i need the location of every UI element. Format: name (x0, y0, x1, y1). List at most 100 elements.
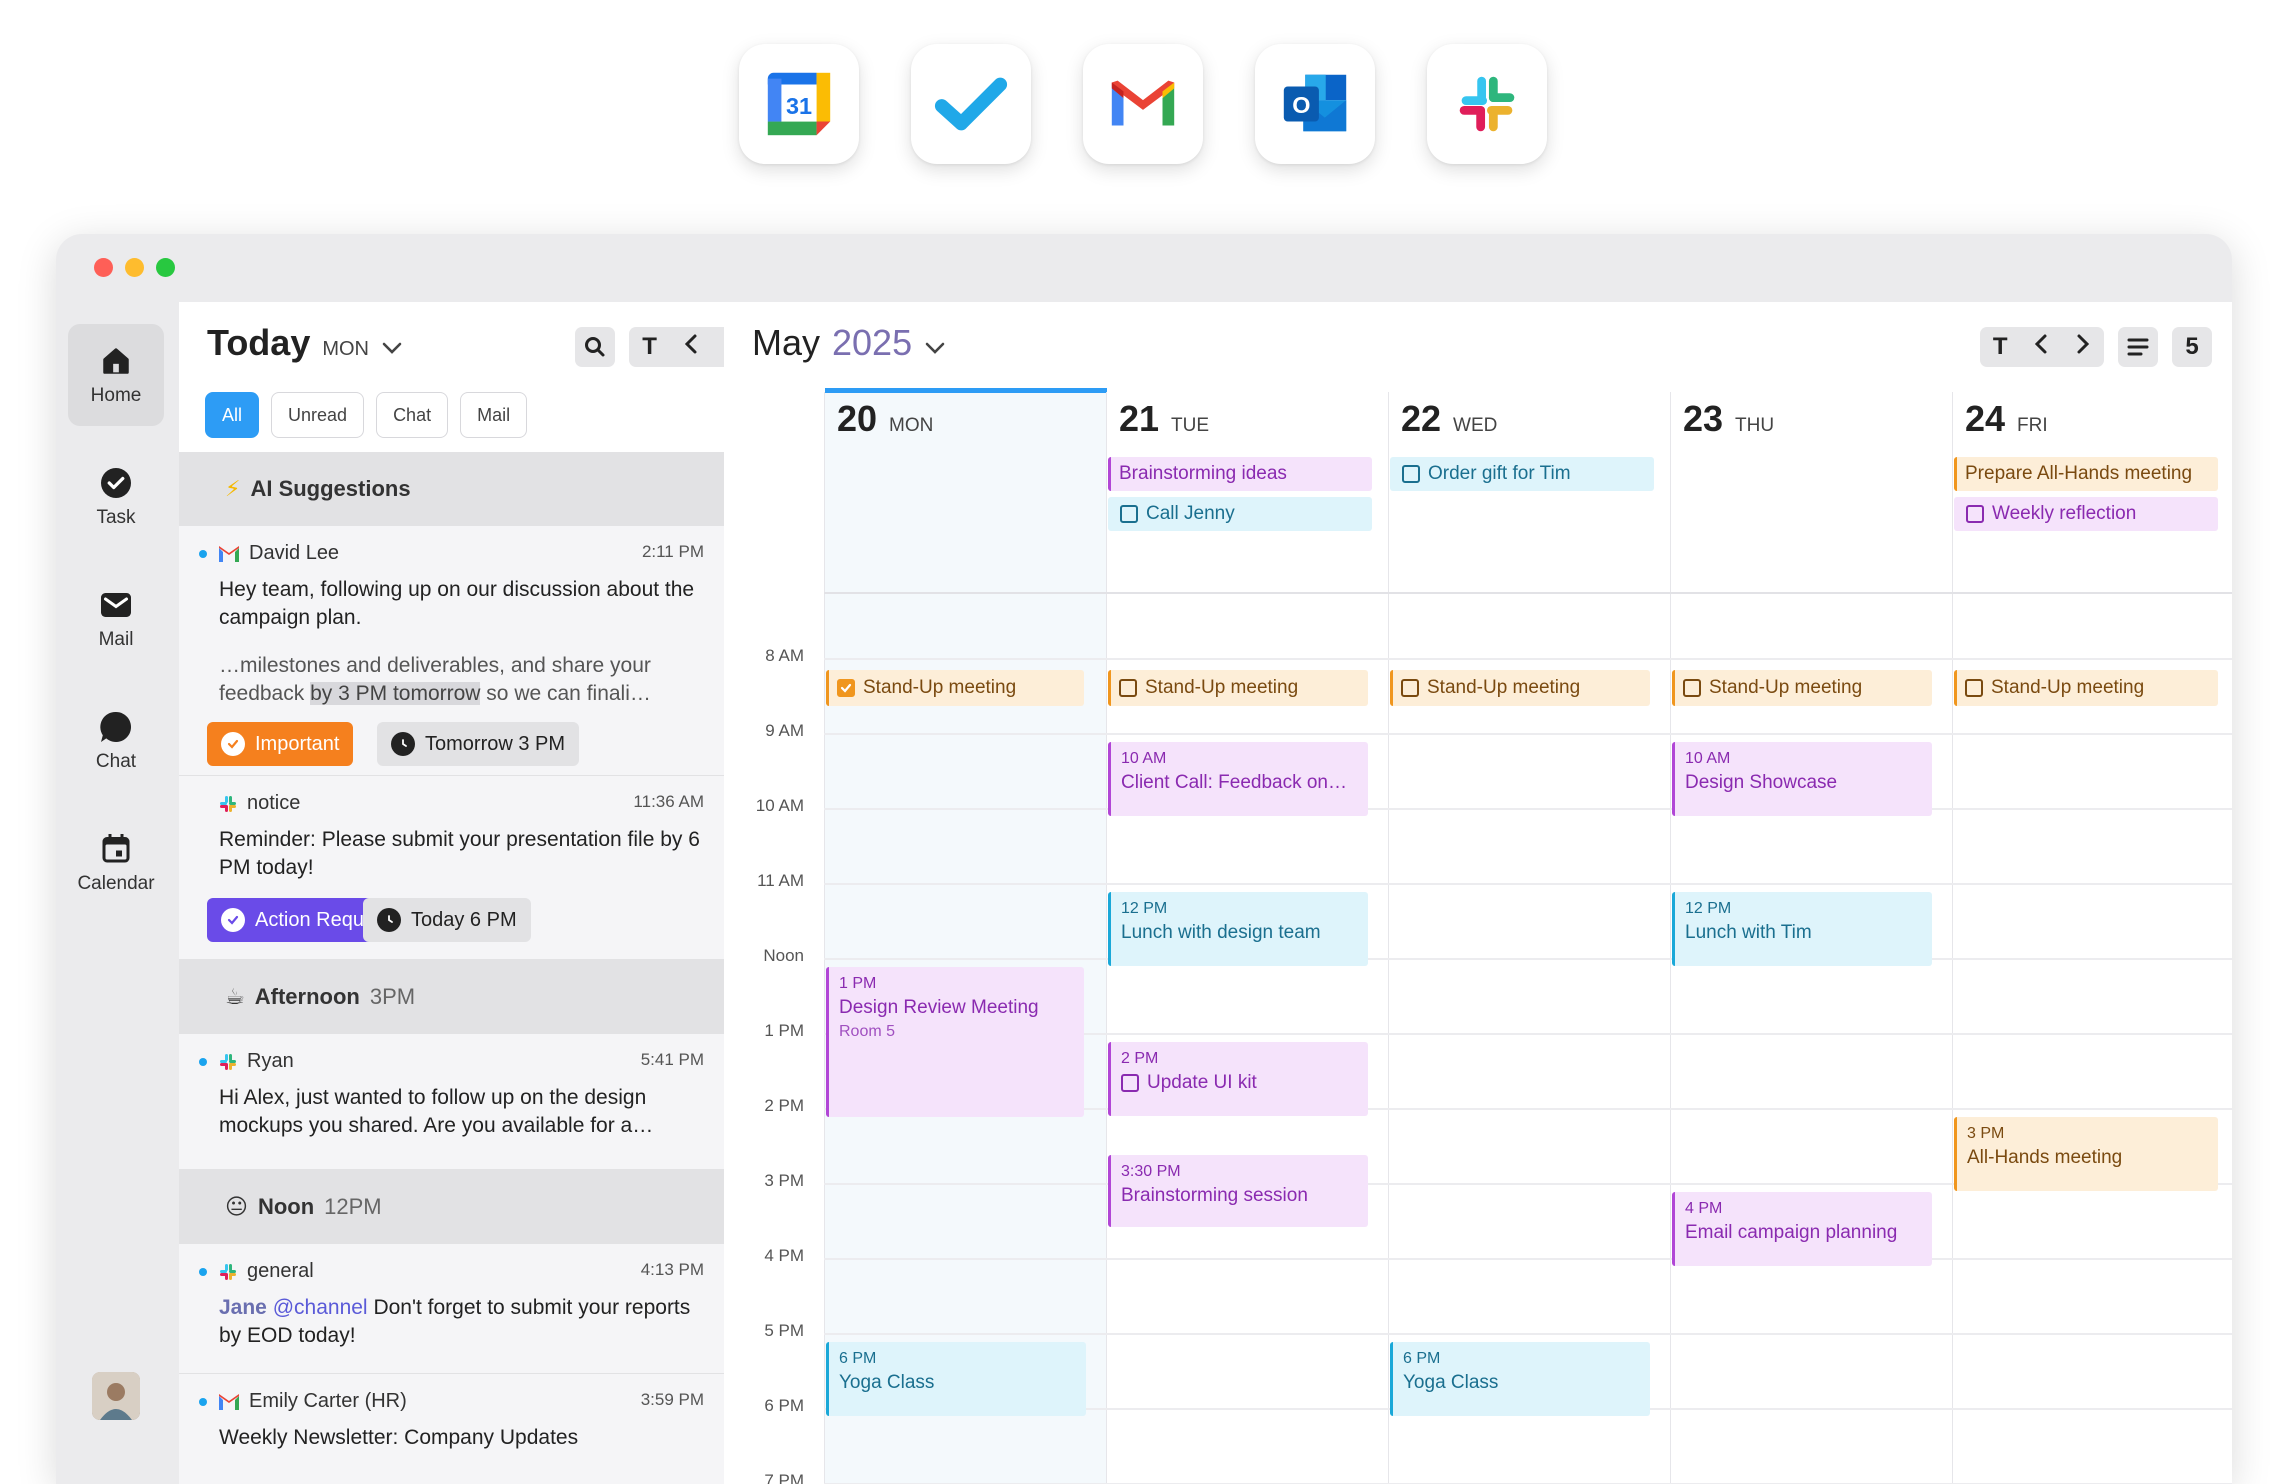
chevron-down-icon (924, 322, 946, 364)
go-today-button[interactable]: T (642, 333, 657, 361)
checkbox-icon[interactable] (1121, 1074, 1139, 1092)
calendar-event[interactable]: 4 PM Email campaign planning (1672, 1192, 1932, 1266)
close-window-button[interactable] (94, 258, 113, 277)
nav-mail[interactable]: Mail (68, 568, 164, 670)
calendar-event[interactable]: 2 PM Update UI kit (1108, 1042, 1368, 1116)
checkbox-icon[interactable] (1965, 679, 1983, 697)
tick-app[interactable] (911, 44, 1031, 164)
event-time: 10 AM (1685, 750, 1731, 767)
search-icon (585, 337, 605, 357)
check-circle-icon (221, 732, 245, 756)
calendar-event[interactable]: 6 PM Yoga Class (1390, 1342, 1650, 1416)
mention-user[interactable]: Jane (219, 1296, 267, 1319)
message-header: David Lee (219, 542, 339, 565)
today-title[interactable]: Today MON (207, 322, 403, 364)
message-item[interactable]: Ryan 5:41 PM Hi Alex, just wanted to fol… (179, 1034, 724, 1170)
message-item[interactable]: notice 11:36 AM Reminder: Please submit … (179, 776, 724, 960)
standup-event[interactable]: Stand-Up meeting (1672, 670, 1932, 706)
chevron-left-icon (2035, 334, 2047, 353)
checkbox-icon[interactable] (1402, 465, 1420, 483)
minimize-window-button[interactable] (125, 258, 144, 277)
next-week-button[interactable] (2075, 333, 2091, 362)
calendar-event[interactable]: 6 PM Yoga Class (826, 1342, 1086, 1416)
checkbox-icon[interactable] (1683, 679, 1701, 697)
nav-calendar[interactable]: Calendar (68, 812, 164, 914)
day-name: THU (1735, 415, 1775, 436)
event-title: Design Showcase (1685, 772, 1838, 793)
standup-event[interactable]: Stand-Up meeting (1954, 670, 2218, 706)
go-today-button[interactable]: T (1993, 333, 2008, 361)
message-body: Weekly Newsletter: Company Updates (219, 1426, 579, 1449)
unread-dot (199, 1398, 207, 1406)
filter-mail[interactable]: Mail (460, 392, 528, 438)
chevron-right-icon (2077, 334, 2090, 353)
calendar-event[interactable]: 12 PM Lunch with design team (1108, 892, 1368, 966)
calendar-event[interactable]: 10 AM Design Showcase (1672, 742, 1932, 816)
standup-event[interactable]: Stand-Up meeting (1108, 670, 1368, 706)
important-badge[interactable]: Important (207, 722, 354, 766)
event-title: Client Call: Feedback on… (1121, 772, 1347, 793)
prev-week-button[interactable] (2033, 333, 2049, 362)
slack-icon (220, 1263, 236, 1280)
nav-chat[interactable]: Chat (68, 690, 164, 792)
day-column-mon[interactable]: 20 MON (824, 388, 1107, 1484)
due-time-chip[interactable]: Today 6 PM (363, 898, 531, 942)
day-column-wed[interactable]: 22 WED (1388, 392, 1670, 1484)
calendar-event[interactable]: 1 PM Design Review Meeting Room 5 (826, 967, 1084, 1117)
hour-line (824, 958, 2232, 960)
list-view-button[interactable] (2118, 327, 2158, 367)
search-button[interactable] (575, 327, 615, 367)
month-selector[interactable]: May 2025 (752, 322, 946, 364)
standup-event[interactable]: Stand-Up meeting (1390, 670, 1650, 706)
checked-checkbox-icon[interactable] (837, 679, 855, 697)
filter-chat[interactable]: Chat (376, 392, 449, 438)
event-title: Stand-Up meeting (1991, 677, 2145, 698)
prev-day-button[interactable] (683, 333, 699, 362)
day-column-fri[interactable]: 24 FRI (1952, 392, 2232, 1484)
nav-task[interactable]: Task (68, 446, 164, 548)
filter-all[interactable]: All (205, 392, 260, 438)
section-title: AI Suggestions (250, 476, 411, 501)
all-day-task[interactable]: Weekly reflection (1954, 497, 2218, 531)
due-time-chip[interactable]: Tomorrow 3 PM (377, 722, 580, 766)
all-day-event[interactable]: Prepare All-Hands meeting (1954, 457, 2218, 491)
task-check-icon (98, 465, 134, 501)
slack-icon (220, 795, 236, 812)
mail-icon (98, 587, 134, 623)
today-header: Today MON T All Unread Chat Mail (179, 302, 755, 452)
message-item[interactable]: David Lee 2:11 PM Hey team, following up… (179, 526, 724, 776)
app-window: Home Task Mail Chat Calendar Today MON T… (56, 234, 2232, 1484)
task-title: Order gift for Tim (1428, 463, 1571, 484)
checkbox-icon[interactable] (1401, 679, 1419, 697)
calendar-event[interactable]: 3:30 PM Brainstorming session (1108, 1155, 1368, 1227)
lightning-icon: ⚡ (225, 476, 241, 501)
calendar-event[interactable]: 12 PM Lunch with Tim (1672, 892, 1932, 966)
event-location: Room 5 (839, 1023, 896, 1040)
neutral-face-icon: 😐 (225, 1194, 248, 1219)
user-avatar[interactable] (92, 1372, 140, 1420)
all-day-task[interactable]: Order gift for Tim (1390, 457, 1654, 491)
checkbox-icon[interactable] (1119, 679, 1137, 697)
filter-unread[interactable]: Unread (271, 392, 365, 438)
today-title-text: Today (207, 322, 311, 363)
checkbox-icon[interactable] (1120, 505, 1138, 523)
event-title: Brainstorming session (1121, 1185, 1308, 1206)
outlook-app[interactable]: O (1255, 44, 1375, 164)
checkbox-icon[interactable] (1966, 505, 1984, 523)
calendar-event[interactable]: 10 AM Client Call: Feedback on… (1108, 742, 1368, 816)
nav-home[interactable]: Home (68, 324, 164, 426)
slack-app[interactable] (1427, 44, 1547, 164)
calendar-event[interactable]: 3 PM All-Hands meeting (1954, 1117, 2218, 1191)
all-day-task[interactable]: Call Jenny (1108, 497, 1372, 531)
mention-channel[interactable]: @channel (273, 1296, 368, 1319)
day-count-button[interactable]: 5 (2172, 327, 2212, 367)
section-afternoon: ☕ Afternoon 3PM (179, 960, 724, 1034)
message-item[interactable]: Emily Carter (HR) 3:59 PM Weekly Newslet… (179, 1374, 724, 1484)
gmail-app[interactable] (1083, 44, 1203, 164)
google-calendar-app[interactable]: 31 (739, 44, 859, 164)
message-item[interactable]: general 4:13 PM Jane @channel Don't forg… (179, 1244, 724, 1374)
standup-event[interactable]: Stand-Up meeting (826, 670, 1084, 706)
maximize-window-button[interactable] (156, 258, 175, 277)
event-time: 1 PM (839, 975, 877, 992)
all-day-event[interactable]: Brainstorming ideas (1108, 457, 1372, 491)
